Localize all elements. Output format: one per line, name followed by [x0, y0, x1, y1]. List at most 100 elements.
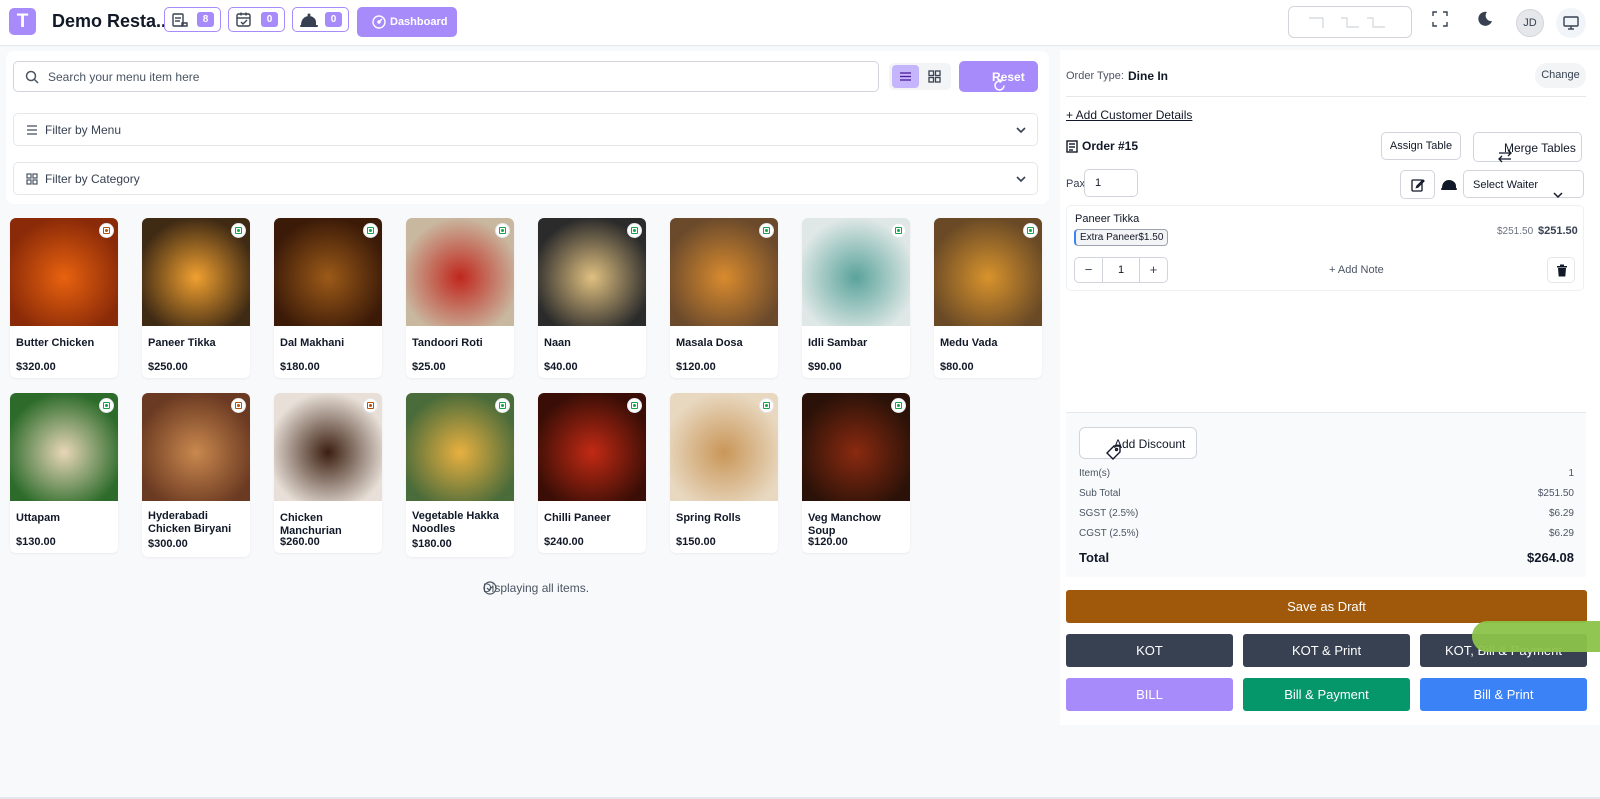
summary-value: $6.29	[1548, 528, 1574, 539]
quantity-stepper: − 1 +	[1074, 257, 1168, 283]
keyboard-shortcuts-button[interactable]	[1288, 6, 1412, 38]
total-label: Total	[1079, 550, 1110, 565]
bill-payment-button[interactable]: Bill & Payment	[1243, 678, 1410, 711]
user-avatar[interactable]: JD	[1516, 9, 1544, 37]
menu-item-card[interactable]: Idli Sambar $90.00	[802, 218, 910, 378]
menu-item-name: Masala Dosa	[676, 337, 743, 349]
summary-total-row: Total $264.08	[1079, 550, 1574, 565]
restaurant-name[interactable]: Demo Resta...	[52, 11, 171, 32]
add-customer-link[interactable]: + Add Customer Details	[1066, 108, 1192, 122]
assign-table-button[interactable]: Assign Table	[1381, 132, 1461, 160]
waiter-call-badge-button[interactable]: 0	[292, 7, 349, 32]
display-button[interactable]	[1556, 8, 1586, 38]
total-value: $264.08	[1527, 550, 1574, 565]
waiter-icon	[1440, 176, 1458, 192]
dashboard-button[interactable]: Dashboard	[357, 7, 457, 37]
modifier-pill[interactable]: Extra Paneer$1.50	[1074, 229, 1169, 246]
search-box[interactable]	[13, 61, 879, 92]
menu-item-card[interactable]: Uttapam $130.00	[10, 393, 118, 553]
veg-indicator-icon	[1023, 223, 1038, 238]
veg-indicator-icon	[495, 223, 510, 238]
menu-item-price: $120.00	[676, 361, 716, 373]
delete-item-button[interactable]	[1547, 257, 1575, 283]
search-input[interactable]	[48, 68, 848, 86]
nonveg-indicator-icon	[231, 398, 246, 413]
menu-item-price: $250.00	[148, 361, 188, 373]
menu-item-price: $180.00	[412, 538, 452, 550]
veg-indicator-icon	[891, 398, 906, 413]
reset-button[interactable]: Reset	[959, 61, 1038, 92]
dashboard-icon	[372, 15, 386, 29]
menu-item-name: Chicken Manchurian	[280, 512, 342, 537]
fullscreen-icon[interactable]	[1432, 11, 1448, 27]
kot-button[interactable]: KOT	[1066, 634, 1233, 667]
order-item-unit-price: $251.50	[1497, 226, 1534, 237]
menu-item-card[interactable]: Tandoori Roti $25.00	[406, 218, 514, 378]
modifier-price: $1.50	[1138, 232, 1164, 243]
merge-tables-button[interactable]: Merge Tables	[1473, 132, 1582, 163]
menu-item-card[interactable]: Butter Chicken $320.00	[10, 218, 118, 378]
menu-item-card[interactable]: Naan $40.00	[538, 218, 646, 378]
modifier-name: Extra Paneer	[1080, 232, 1139, 243]
order-item-total: $251.50	[1538, 225, 1578, 237]
menu-item-name: Dal Makhani	[280, 337, 345, 349]
bill-button[interactable]: BILL	[1066, 678, 1233, 711]
filter-category-label: Filter by Category	[45, 172, 140, 186]
orders-count: 8	[197, 12, 214, 27]
menu-lines-icon	[26, 124, 38, 136]
veg-indicator-icon	[99, 398, 114, 413]
dark-mode-icon[interactable]	[1477, 11, 1493, 27]
waiter-call-icon	[299, 11, 319, 29]
chevron-down-icon	[1015, 124, 1027, 136]
menu-item-price: $320.00	[16, 361, 56, 373]
menu-item-card[interactable]: Spring Rolls $150.00	[670, 393, 778, 553]
veg-indicator-icon	[627, 223, 642, 238]
increase-quantity-button[interactable]: +	[1139, 258, 1167, 282]
menu-item-price: $80.00	[940, 361, 974, 373]
menu-item-card[interactable]: Chicken Manchurian $260.00	[274, 393, 382, 553]
grid-view-button[interactable]	[921, 65, 948, 88]
quantity-value[interactable]: 1	[1103, 258, 1139, 282]
add-discount-button[interactable]: Add Discount	[1079, 427, 1197, 460]
menu-item-card[interactable]: Veg Manchow Soup $120.00	[802, 393, 910, 553]
filter-by-menu-dropdown[interactable]: Filter by Menu	[13, 113, 1038, 146]
menu-item-price: $240.00	[544, 536, 584, 548]
summary-row-sgst: SGST (2.5%) $6.29	[1079, 508, 1574, 519]
order-type-value: Dine In	[1128, 69, 1169, 83]
edit-order-button[interactable]	[1400, 170, 1435, 199]
displaying-text: Displaying all items.	[483, 581, 590, 595]
add-note-button[interactable]: + Add Note	[1329, 264, 1384, 276]
orders-icon	[171, 11, 189, 29]
chevron-down-icon	[1015, 173, 1027, 185]
menu-item-name: Medu Vada	[940, 337, 998, 349]
order-item-name: Paneer Tikka	[1075, 213, 1140, 225]
bill-print-button[interactable]: Bill & Print	[1420, 678, 1587, 711]
menu-item-card[interactable]: Vegetable Hakka Noodles $180.00	[406, 393, 514, 557]
menu-item-card[interactable]: Paneer Tikka $250.00	[142, 218, 250, 378]
kot-print-button[interactable]: KOT & Print	[1243, 634, 1410, 667]
summary-value: 1	[1568, 468, 1574, 479]
menu-item-card[interactable]: Masala Dosa $120.00	[670, 218, 778, 378]
list-view-button[interactable]	[892, 65, 919, 88]
menu-item-card[interactable]: Medu Vada $80.00	[934, 218, 1042, 378]
select-waiter-dropdown[interactable]: Select Waiter	[1463, 170, 1584, 199]
save-draft-button[interactable]: Save as Draft	[1066, 590, 1587, 623]
filter-by-category-dropdown[interactable]: Filter by Category	[13, 162, 1038, 195]
menu-item-price: $180.00	[280, 361, 320, 373]
menu-item-name: Chilli Paneer	[544, 512, 611, 524]
menu-item-card[interactable]: Hyderabadi Chicken Biryani $300.00	[142, 393, 250, 557]
menu-item-name: Tandoori Roti	[412, 337, 483, 349]
orders-badge-button[interactable]: 8	[164, 7, 221, 32]
summary-value: $251.50	[1537, 488, 1574, 499]
menu-item-card[interactable]: Chilli Paneer $240.00	[538, 393, 646, 553]
summary-label: Item(s)	[1079, 468, 1111, 479]
reservations-badge-button[interactable]: 0	[228, 7, 285, 32]
change-order-type-button[interactable]: Change	[1535, 63, 1586, 88]
veg-indicator-icon	[759, 398, 774, 413]
pax-input[interactable]: 1	[1084, 169, 1138, 197]
floating-widget[interactable]	[1472, 621, 1600, 652]
menu-item-name: Hyderabadi Chicken Biryani	[148, 510, 232, 535]
veg-indicator-icon	[891, 223, 906, 238]
decrease-quantity-button[interactable]: −	[1075, 258, 1103, 282]
menu-item-card[interactable]: Dal Makhani $180.00	[274, 218, 382, 378]
